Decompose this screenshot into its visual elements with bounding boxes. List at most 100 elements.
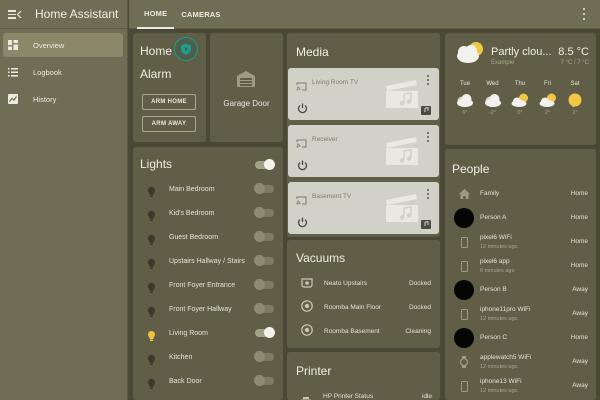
lightbulb-icon[interactable] xyxy=(148,280,155,298)
media-source-icon[interactable] xyxy=(421,102,431,120)
forecast-low: 6° xyxy=(462,110,468,116)
light-toggle[interactable] xyxy=(254,207,274,218)
sidebar-item-history[interactable]: History xyxy=(3,87,123,111)
person-row[interactable]: pixel6 app 6 minutes ago Home xyxy=(445,254,596,278)
person-state: Away xyxy=(572,286,588,293)
logbook-list-icon xyxy=(8,67,18,77)
person-name: iphone13 WiFi xyxy=(480,378,522,385)
person-row[interactable]: Person B Away xyxy=(445,278,596,302)
weather-range: 7 °C / 7 °C xyxy=(560,60,589,66)
lightbulb-icon[interactable] xyxy=(148,256,155,274)
person-row[interactable]: Person C Home xyxy=(445,326,596,350)
light-name[interactable]: Back Door xyxy=(169,378,202,385)
lightbulb-icon[interactable] xyxy=(148,208,155,226)
light-toggle[interactable] xyxy=(254,303,274,314)
light-name[interactable]: Kid's Bedroom xyxy=(169,210,214,217)
phone-icon xyxy=(454,256,474,276)
light-row: Back Door xyxy=(133,369,283,393)
light-name[interactable]: Kitchen xyxy=(169,354,192,361)
power-icon[interactable] xyxy=(297,101,308,119)
alarm-title-line1: Home xyxy=(140,44,173,58)
light-toggle[interactable] xyxy=(254,231,274,242)
printer-status-name[interactable]: HP Printer Status xyxy=(323,393,373,400)
vacuum-state: Cleaning xyxy=(405,327,431,335)
vacuum-row[interactable]: Roomba Basement Cleaning xyxy=(288,319,439,343)
arm-home-button[interactable]: ARM HOME xyxy=(142,94,196,110)
media-player-card[interactable]: Receiver xyxy=(288,125,439,177)
light-toggle[interactable] xyxy=(254,351,274,362)
printer-card: Printer HP Printer Status idle xyxy=(287,352,440,400)
person-name: pixel6 WiFi xyxy=(480,234,512,241)
forecast-day-label: Sat xyxy=(570,81,580,87)
light-name[interactable]: Upstairs Hallway / Stairs xyxy=(169,258,245,265)
sidebar-item-logbook[interactable]: Logbook xyxy=(3,60,123,84)
avatar xyxy=(454,208,474,228)
printer-title: Printer xyxy=(296,364,332,378)
person-row[interactable]: Family Home xyxy=(445,182,596,206)
light-toggle[interactable] xyxy=(254,183,274,194)
more-options-icon[interactable] xyxy=(427,189,430,199)
media-source-icon[interactable] xyxy=(421,216,431,234)
lightbulb-icon[interactable] xyxy=(148,232,155,250)
person-row[interactable]: iphone13 WiFi 12 minutes ago Away xyxy=(445,374,596,398)
forecast-day: Tue7°6° xyxy=(452,81,478,116)
lightbulb-icon[interactable] xyxy=(148,376,155,394)
sunny-icon xyxy=(566,93,584,109)
cloudy-icon xyxy=(484,93,502,109)
person-name: Family xyxy=(480,190,500,197)
arm-away-button[interactable]: ARM AWAY xyxy=(142,116,196,132)
weather-location: Example xyxy=(491,60,515,66)
power-icon[interactable] xyxy=(297,158,308,176)
media-player-card[interactable]: Basement TV xyxy=(288,182,439,234)
tab-home[interactable]: HOME xyxy=(137,0,175,29)
menu-collapse-icon[interactable] xyxy=(8,9,22,19)
person-state: Away xyxy=(572,310,588,317)
weather-card[interactable]: Partly clou... Example 8.5 °C 7 °C / 7 °… xyxy=(445,33,596,145)
tab-cameras[interactable]: CAMERAS xyxy=(174,0,227,29)
vacuum-row[interactable]: Neato Upstairs Docked xyxy=(288,271,439,295)
light-name[interactable]: Front Foyer Entrance xyxy=(169,282,235,289)
garage-door-card[interactable]: Garage Door xyxy=(210,33,283,142)
light-toggle[interactable] xyxy=(254,255,274,266)
person-row[interactable]: pixel6 WiFi 12 minutes ago Home xyxy=(445,230,596,254)
sidebar-item-label: History xyxy=(33,94,57,104)
lights-master-toggle[interactable] xyxy=(255,159,275,170)
more-options-icon[interactable] xyxy=(427,132,430,142)
light-name[interactable]: Guest Bedroom xyxy=(169,234,218,241)
lightbulb-icon[interactable] xyxy=(148,352,155,370)
tab-label: HOME xyxy=(144,8,168,18)
sidebar-item-label: Overview xyxy=(33,40,65,50)
light-toggle[interactable] xyxy=(254,375,274,386)
vacuum-row[interactable]: Roomba Main Floor Docked xyxy=(288,295,439,319)
sidebar-item-overview[interactable]: Overview xyxy=(3,33,123,57)
cloudy-icon xyxy=(456,93,474,109)
forecast-day: Thu5°0° xyxy=(507,81,533,116)
more-options-icon[interactable] xyxy=(427,75,430,85)
shield-icon[interactable] xyxy=(174,37,198,61)
lightbulb-icon[interactable] xyxy=(148,304,155,322)
light-name[interactable]: Living Room xyxy=(169,330,208,337)
person-row[interactable]: applewatch5 WiFi 12 minutes ago Away xyxy=(445,350,596,374)
light-name[interactable]: Main Bedroom xyxy=(169,186,215,193)
lightbulb-icon[interactable] xyxy=(148,328,155,346)
forecast-day: Fri7°2° xyxy=(535,81,561,116)
power-icon[interactable] xyxy=(297,215,308,233)
media-player-name: Living Room TV xyxy=(312,79,359,86)
top-navigation: HOME CAMERAS xyxy=(129,0,600,29)
lightbulb-icon[interactable] xyxy=(148,184,155,202)
more-options-icon[interactable] xyxy=(582,8,586,20)
light-row: Front Foyer Hallway xyxy=(133,297,283,321)
light-name[interactable]: Front Foyer Hallway xyxy=(169,306,232,313)
light-toggle[interactable] xyxy=(254,279,274,290)
forecast-day-label: Tue xyxy=(459,81,471,87)
person-row[interactable]: Person A Home xyxy=(445,206,596,230)
light-row: Kitchen xyxy=(133,345,283,369)
forecast-day-label: Fri xyxy=(544,81,551,87)
person-state: Home xyxy=(570,190,588,197)
lights-title: Lights xyxy=(140,157,173,171)
person-row[interactable]: iphone11pro WiFi 12 minutes ago Away xyxy=(445,302,596,326)
media-player-card[interactable]: Living Room TV xyxy=(288,68,439,120)
light-toggle[interactable] xyxy=(255,327,275,338)
vacuums-title: Vacuums xyxy=(296,251,346,265)
person-name: pixel6 app xyxy=(480,258,510,265)
